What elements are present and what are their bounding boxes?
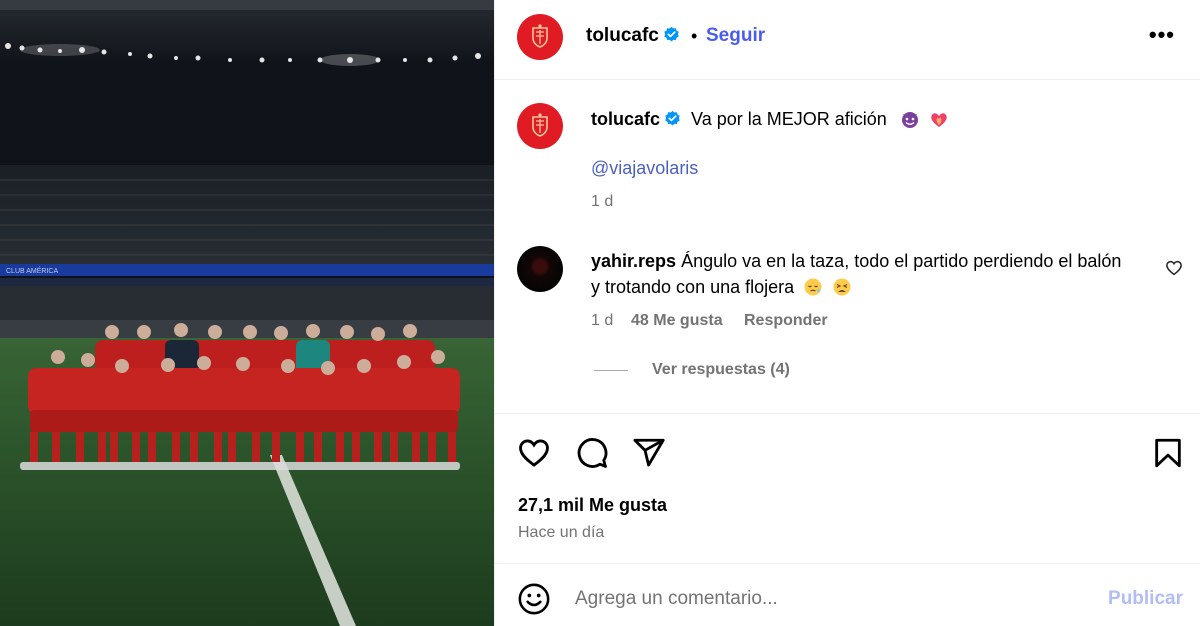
caption-avatar[interactable]: [517, 103, 563, 149]
post-photo[interactable]: CLUB AMÉRICA: [0, 0, 494, 626]
header-separator: •: [691, 26, 698, 46]
emoji-picker-icon[interactable]: [517, 582, 551, 616]
caption: tolucafc Va por la MEJOR afición: [591, 107, 1151, 131]
toluca-crest-icon: [532, 113, 548, 137]
sleepy-face-emoji-icon: [804, 278, 822, 296]
tolucafc-avatar[interactable]: [517, 14, 563, 60]
comment-meta: 1 d 48 Me gusta Responder: [591, 312, 828, 330]
caption-text: Va por la MEJOR afición: [691, 109, 887, 129]
verified-badge-icon: [664, 26, 679, 42]
header-username-link[interactable]: tolucafc: [586, 25, 680, 47]
tired-face-emoji-icon: [833, 278, 851, 296]
header-username[interactable]: tolucafc: [586, 25, 659, 46]
heart-icon[interactable]: [517, 436, 551, 470]
heart-on-fire-emoji-icon: [931, 113, 947, 127]
comment-icon[interactable]: [575, 436, 609, 470]
more-options-icon[interactable]: •••: [1149, 22, 1175, 48]
post-timestamp[interactable]: Hace un día: [518, 524, 604, 542]
comment-input[interactable]: [575, 581, 1075, 617]
comments-section[interactable]: tolucafc Va por la MEJOR afición @viajav…: [495, 81, 1200, 413]
reply-button[interactable]: Responder: [744, 312, 828, 330]
caption-timestamp[interactable]: 1 d: [591, 193, 613, 211]
replies-divider: [594, 370, 628, 371]
smiling-devil-emoji-icon: [901, 112, 918, 128]
likes-count[interactable]: 27,1 mil Me gusta: [518, 495, 667, 516]
bookmark-icon[interactable]: [1151, 436, 1185, 470]
comment-likes-count[interactable]: 48 Me gusta: [631, 312, 744, 330]
post-header: tolucafc • Seguir •••: [495, 0, 1200, 80]
comment-like-heart-icon[interactable]: [1165, 259, 1183, 277]
follow-button[interactable]: Seguir: [706, 25, 765, 47]
commenter-username[interactable]: yahir.reps: [591, 251, 676, 271]
toluca-crest-icon: [532, 24, 548, 48]
comment-body: yahir.reps Ángulo va en la taza, todo el…: [591, 248, 1131, 300]
share-icon[interactable]: [632, 436, 666, 470]
view-replies-button[interactable]: Ver respuestas (4): [652, 361, 790, 379]
caption-username[interactable]: tolucafc: [591, 109, 660, 129]
team-photo-image: CLUB AMÉRICA: [0, 0, 494, 626]
add-comment-bar: Publicar: [495, 563, 1200, 626]
commenter-avatar[interactable]: [517, 246, 563, 292]
mention-link[interactable]: @viajavolaris: [591, 158, 698, 179]
comment-timestamp[interactable]: 1 d: [591, 312, 631, 330]
post-details-panel: tolucafc • Seguir ••• tolucafc Va por la…: [494, 0, 1200, 626]
post-actions: 27,1 mil Me gusta Hace un día: [495, 413, 1200, 563]
verified-badge-icon: [665, 110, 680, 126]
publish-button[interactable]: Publicar: [1108, 588, 1183, 610]
